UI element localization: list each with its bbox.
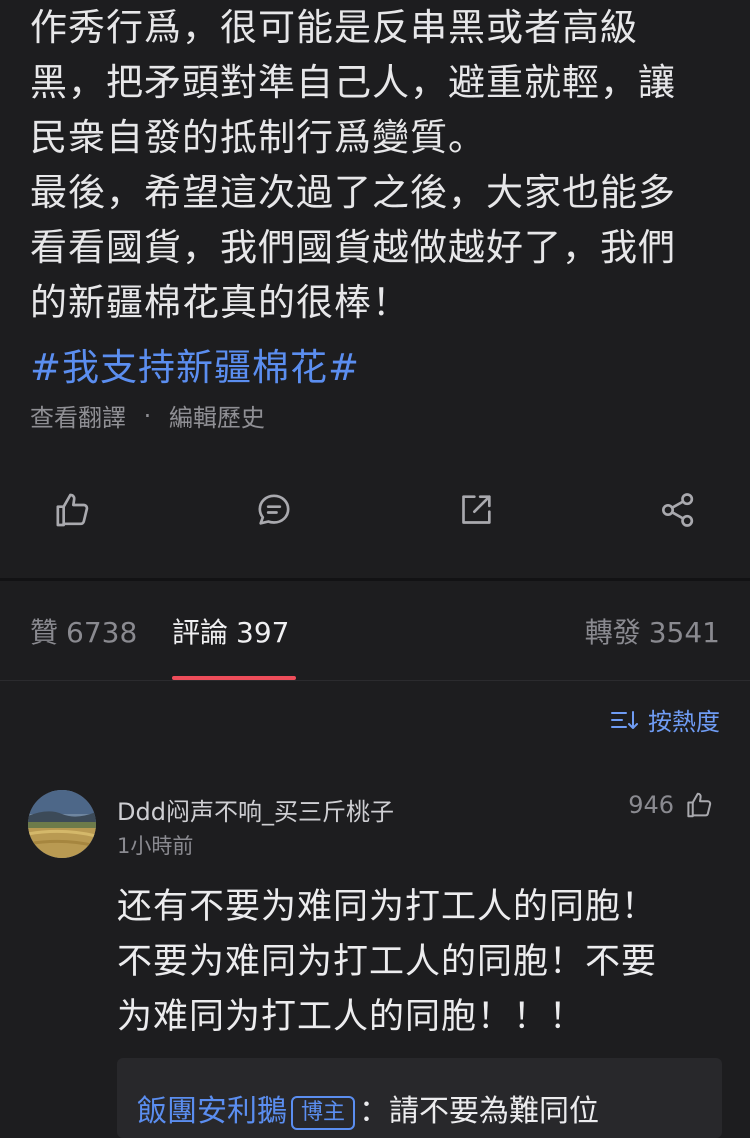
sort-button[interactable]: 按熱度 xyxy=(610,702,720,737)
post-body: 作秀行爲，很可能是反串黑或者高級 黑，把矛頭對準自己人，避重就輕，讓 民衆自發的… xyxy=(30,0,730,330)
share-icon xyxy=(662,493,694,527)
post-line: 黑，把矛頭對準自己人，避重就輕，讓 xyxy=(30,61,676,104)
comment-username[interactable]: Ddd闷声不响_买三斤桃子 xyxy=(117,792,394,827)
comment-line: 还有不要为难同为打工人的同胞！ xyxy=(117,887,658,927)
hashtag-link[interactable]: #我支持新疆棉花# xyxy=(30,340,360,395)
post-action-bar xyxy=(0,480,750,540)
tab-likes-count: 6738 xyxy=(66,616,138,649)
comment-line: 不要为难同为打工人的同胞！不要 xyxy=(117,942,658,982)
avatar[interactable] xyxy=(28,790,96,858)
post-meta-links: 查看翻譯 · 編輯歷史 xyxy=(30,398,265,433)
separator-dot: · xyxy=(143,401,152,430)
reply-line: 飯團安利鵝 博主 ：請不要為難同位 xyxy=(137,1086,599,1130)
like-icon xyxy=(687,792,712,818)
avatar-image xyxy=(28,790,96,858)
comment-body: 还有不要为难同为打工人的同胞！ 不要为难同为打工人的同胞！不要 为难同为打工人的… xyxy=(117,880,717,1045)
reply-preview[interactable]: 飯團安利鵝 博主 ：請不要為難同位 xyxy=(117,1058,722,1138)
author-badge: 博主 xyxy=(291,1095,356,1130)
tab-likes-label: 贊 xyxy=(30,616,59,649)
comment-line: 为难同为打工人的同胞！！！ xyxy=(117,997,586,1037)
reply-username[interactable]: 飯團安利鵝 xyxy=(137,1094,287,1129)
tab-reposts[interactable]: 轉發 3541 xyxy=(585,611,720,651)
share-button[interactable] xyxy=(652,484,704,536)
post-line: 看看國貨，我們國貨越做越好了，我們 xyxy=(30,226,676,269)
post-line: 民衆自發的抵制行爲變質。 xyxy=(30,116,486,159)
post-line: 作秀行爲，很可能是反串黑或者高級 xyxy=(30,6,638,49)
reply-text: ：請不要為難同位 xyxy=(359,1094,600,1129)
post-line: 的新疆棉花真的很棒！ xyxy=(30,281,410,324)
post-line: 最後，希望這次過了之後，大家也能多 xyxy=(30,171,676,214)
tab-comments[interactable]: 評論 397 xyxy=(172,611,289,651)
sort-icon xyxy=(611,710,638,729)
stats-tabs: 贊 6738 評論 397 轉發 3541 xyxy=(0,581,750,681)
tab-comments-label: 評論 xyxy=(172,616,229,649)
comment-like-button[interactable]: 946 xyxy=(628,790,714,820)
like-icon xyxy=(56,493,89,527)
tab-likes[interactable]: 贊 6738 xyxy=(30,611,137,651)
tab-reposts-count: 3541 xyxy=(648,616,720,649)
tabs-bottom-border xyxy=(0,680,750,681)
comment-button[interactable] xyxy=(248,484,300,536)
comment-item: Ddd闷声不响_买三斤桃子 1小時前 946 还有不要为难同为打工人的同胞！ 不… xyxy=(0,780,750,1138)
sort-label: 按熱度 xyxy=(648,708,720,736)
comment-icon xyxy=(258,494,290,525)
repost-icon xyxy=(462,495,491,524)
tab-comments-count: 397 xyxy=(236,616,290,649)
edit-history-link[interactable]: 編輯歷史 xyxy=(169,404,265,432)
comment-time: 1小時前 xyxy=(117,834,194,858)
like-button[interactable] xyxy=(46,484,98,536)
view-translation-link[interactable]: 查看翻譯 xyxy=(30,404,126,432)
tab-reposts-label: 轉發 xyxy=(584,616,641,649)
comment-like-count: 946 xyxy=(628,791,674,819)
repost-button[interactable] xyxy=(450,484,502,536)
